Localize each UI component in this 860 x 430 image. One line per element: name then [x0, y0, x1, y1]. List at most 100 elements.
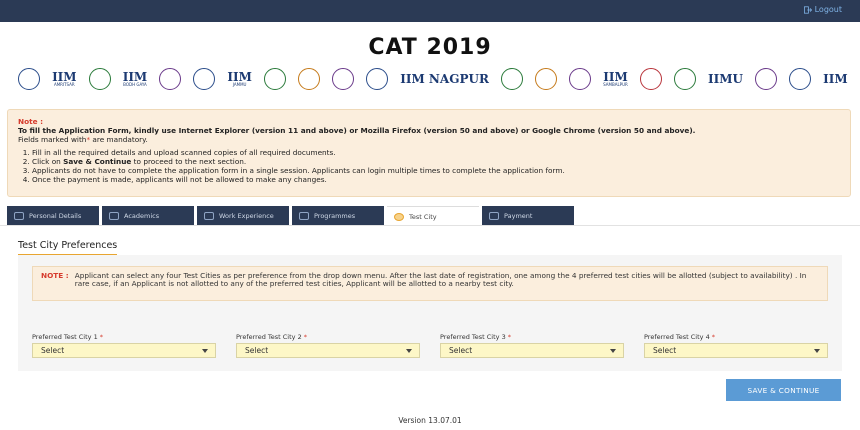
tab-label: Programmes: [314, 212, 356, 220]
form-tabs: Personal Details Academics Work Experien…: [0, 206, 860, 226]
tab-payment[interactable]: Payment: [482, 206, 574, 226]
seal-shape: [193, 68, 216, 90]
instruction-bold: Save & Continue: [63, 157, 132, 166]
seal-shape: [88, 68, 111, 90]
logo-subtext: BODH GAYA: [123, 81, 147, 87]
iim-sambalpur-logo: IIM SAMBALPUR: [603, 67, 628, 91]
info-text: Applicant can select any four Test Citie…: [74, 271, 807, 288]
info-label: NOTE :: [41, 271, 69, 280]
seal-shape: [569, 68, 592, 90]
logo-text: IIM: [603, 69, 628, 84]
select-value: Select: [41, 346, 65, 355]
select-value: Select: [449, 346, 473, 355]
iim-bodh-gaya-logo: IIM BODH GAYA: [123, 67, 148, 91]
instructions-note: Note : To fill the Application Form, kin…: [7, 109, 851, 197]
city-4-label: Preferred Test City 4 *: [644, 333, 715, 341]
page-title: CAT 2019: [368, 35, 492, 60]
required-star: *: [507, 333, 512, 341]
seal-shape: [535, 68, 558, 90]
tab-label: Personal Details: [29, 212, 82, 220]
seal-icon: [755, 67, 778, 91]
tab-label: Payment: [504, 212, 533, 220]
seal-icon: [18, 67, 40, 91]
iim-nagpur-logo: IIM NAGPUR: [400, 67, 489, 91]
seal-shape: [159, 68, 182, 90]
logo-subtext: AMRITSAR: [53, 81, 75, 87]
seal-icon: [88, 67, 111, 91]
iimu-logo: IIMU: [708, 67, 743, 91]
select-value: Select: [245, 346, 269, 355]
field-label-text: Preferred Test City 4: [644, 333, 710, 341]
section-title: Test City Preferences: [18, 240, 118, 256]
tab-test-city[interactable]: Test City: [387, 206, 479, 226]
logo-text: IIM: [227, 69, 252, 84]
browser-requirement: To fill the Application Form, kindly use…: [18, 126, 696, 135]
logo-text: IIMU: [708, 72, 743, 86]
logout-icon: [803, 5, 812, 14]
chevron-down-icon: [814, 349, 820, 353]
logo-text: IIM NAGPUR: [400, 72, 489, 86]
field-label-text: Preferred Test City 1: [32, 333, 98, 341]
form-icon: [204, 212, 214, 220]
mandatory-prefix: Fields marked with: [18, 135, 87, 144]
instruction-item: Once the payment is made, applicants wil…: [32, 175, 840, 184]
seal-icon: [673, 67, 696, 91]
city-icon: [394, 212, 404, 221]
seal-icon: [193, 67, 216, 91]
seal-icon: [263, 67, 286, 91]
logo-text: IIM: [122, 69, 148, 84]
instruction-item: Fill in all the required details and upl…: [32, 148, 840, 157]
seal-shape: [673, 68, 696, 90]
tab-academics[interactable]: Academics: [102, 206, 194, 226]
seal-icon: [159, 67, 182, 91]
instruction-text: Click on: [32, 157, 64, 166]
institute-logos: IIM AMRITSAR IIM BODH GAYA IIM JAMMU IIM NAGPU…: [18, 66, 848, 92]
version-text: Version 13.07.01: [398, 416, 462, 425]
seal-icon: [332, 67, 355, 91]
form-icon: [14, 212, 24, 220]
field-label-text: Preferred Test City 2: [236, 333, 302, 341]
save-continue-button[interactable]: SAVE & CONTINUE: [726, 379, 841, 401]
form-icon: [489, 212, 499, 220]
city-4-select[interactable]: Select: [644, 343, 828, 358]
chevron-down-icon: [610, 349, 616, 353]
required-star: *: [711, 333, 716, 341]
city-3-label: Preferred Test City 3 *: [440, 333, 511, 341]
logo-subtext: SAMBALPUR: [603, 81, 628, 87]
logo-text: IIM: [52, 69, 77, 84]
seal-shape: [298, 68, 321, 90]
chevron-down-icon: [202, 349, 208, 353]
tab-personal-details[interactable]: Personal Details: [7, 206, 99, 226]
city-1-label: Preferred Test City 1 *: [32, 333, 103, 341]
seal-shape: [18, 68, 40, 90]
seal-icon: [298, 67, 321, 91]
logout-label: Logout: [814, 5, 842, 14]
form-icon: [299, 212, 309, 220]
seal-shape: [755, 68, 778, 90]
instruction-list: Fill in all the required details and upl…: [32, 148, 840, 184]
iim-logo: IIM: [823, 67, 848, 91]
seal-icon: [569, 67, 592, 91]
seal-icon: [535, 67, 558, 91]
logout-link[interactable]: Logout: [803, 5, 842, 14]
city-1-select[interactable]: Select: [32, 343, 216, 358]
instruction-item: Applicants do not have to complete the a…: [32, 166, 840, 175]
tab-label: Test City: [409, 212, 437, 221]
instruction-item: Click on Save & Continue to proceed to t…: [32, 157, 840, 166]
city-3-select[interactable]: Select: [440, 343, 624, 358]
select-value: Select: [653, 346, 677, 355]
seal-shape: [366, 68, 389, 90]
tab-label: Work Experience: [219, 212, 274, 220]
seal-icon: [639, 67, 662, 91]
seal-shape: [332, 68, 355, 90]
seal-shape: [263, 68, 286, 90]
form-icon: [109, 212, 119, 220]
instruction-text: to proceed to the next section.: [131, 157, 247, 166]
mandatory-suffix: are mandatory.: [90, 135, 148, 144]
seal-shape: [789, 68, 812, 90]
required-star: *: [99, 333, 104, 341]
field-label-text: Preferred Test City 3: [440, 333, 506, 341]
tab-programmes[interactable]: Programmes: [292, 206, 384, 226]
tab-work-experience[interactable]: Work Experience: [197, 206, 289, 226]
city-2-select[interactable]: Select: [236, 343, 420, 358]
